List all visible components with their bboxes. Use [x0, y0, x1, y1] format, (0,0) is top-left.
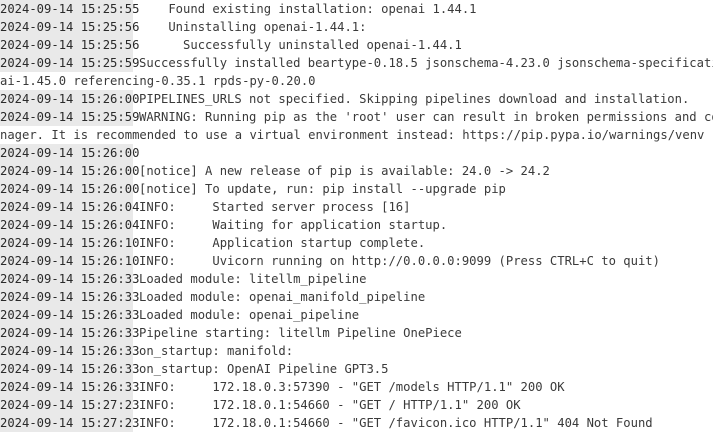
log-line: 2024-09-14 15:26:00 [notice] To update, r… [0, 180, 713, 198]
log-line: 2024-09-14 15:26:33 Loaded module: openai… [0, 306, 713, 324]
log-line: ai-1.45.0 referencing-0.35.1 rpds-py-0.2… [0, 72, 713, 90]
log-message: INFO: 172.18.0.1:54660 - "GET / HTTP/1.1… [139, 398, 521, 412]
log-timestamp: 2024-09-14 15:26:00 [0, 90, 140, 108]
log-line: 2024-09-14 15:26:04 INFO: Started server … [0, 198, 713, 216]
log-message: Loaded module: openai_manifold_pipeline [139, 290, 426, 304]
log-line: 2024-09-14 15:26:33 on_startup: manifold: [0, 342, 713, 360]
log-message: Loaded module: litellm_pipeline [139, 272, 367, 286]
log-timestamp: 2024-09-14 15:25:56 [0, 36, 140, 54]
log-line: 2024-09-14 15:26:10 INFO: Application sta… [0, 234, 713, 252]
log-timestamp: 2024-09-14 15:26:33 [0, 342, 140, 360]
log-timestamp: 2024-09-14 15:25:59 [0, 108, 140, 126]
log-line: 2024-09-14 15:26:10 INFO: Uvicorn running… [0, 252, 713, 270]
log-line: 2024-09-14 15:26:33 Loaded module: litell… [0, 270, 713, 288]
log-line: 2024-09-14 15:26:33 on_startup: OpenAI Pi… [0, 360, 713, 378]
log-line: 2024-09-14 15:26:04 INFO: Waiting for app… [0, 216, 713, 234]
log-message: ai-1.45.0 referencing-0.35.1 rpds-py-0.2… [0, 74, 316, 88]
log-timestamp: 2024-09-14 15:26:33 [0, 378, 140, 396]
log-line: nager. It is recommended to use a virtua… [0, 126, 713, 144]
log-timestamp: 2024-09-14 15:25:55 [0, 0, 140, 18]
log-message: WARNING: Running pip as the 'root' user … [139, 110, 713, 124]
log-message: Found existing installation: openai 1.44… [139, 2, 477, 16]
log-line: 2024-09-14 15:26:33 Pipeline starting: li… [0, 324, 713, 342]
log-line: 2024-09-14 15:25:56 Successfully uninsta… [0, 36, 713, 54]
log-message: Uninstalling openai-1.44.1: [139, 20, 367, 34]
log-line: 2024-09-14 15:25:59 Successfully installe… [0, 54, 713, 72]
log-line: 2024-09-14 15:25:56 Uninstalling openai-… [0, 18, 713, 36]
log-timestamp: 2024-09-14 15:27:23 [0, 396, 140, 414]
log-message: Successfully uninstalled openai-1.44.1 [139, 38, 462, 52]
log-timestamp: 2024-09-14 15:26:33 [0, 360, 140, 378]
log-message: [notice] To update, run: pip install --u… [139, 182, 506, 196]
log-timestamp: 2024-09-14 15:26:10 [0, 234, 140, 252]
log-message: PIPELINES_URLS not specified. Skipping p… [139, 92, 690, 106]
log-message: on_startup: manifold: [139, 344, 294, 358]
log-timestamp: 2024-09-14 15:26:33 [0, 324, 140, 342]
log-line: 2024-09-14 15:26:33 Loaded module: openai… [0, 288, 713, 306]
log-line: 2024-09-14 15:26:00 [notice] A new releas… [0, 162, 713, 180]
log-line: 2024-09-14 15:26:33 INFO: 172.18.0.3:5739… [0, 378, 713, 396]
log-message: INFO: Started server process [16] [139, 200, 411, 214]
log-message: on_startup: OpenAI Pipeline GPT3.5 [139, 362, 389, 376]
log-message: Loaded module: openai_pipeline [139, 308, 360, 322]
log-line: 2024-09-14 15:26:00 PIPELINES_URLS not sp… [0, 90, 713, 108]
log-timestamp: 2024-09-14 15:26:33 [0, 306, 140, 324]
log-timestamp: 2024-09-14 15:25:56 [0, 18, 140, 36]
log-line: 2024-09-14 15:25:55 Found existing insta… [0, 0, 713, 18]
log-message: INFO: Waiting for application startup. [139, 218, 448, 232]
log-output: 2024-09-14 15:25:55 Found existing insta… [0, 0, 713, 447]
log-message: INFO: Uvicorn running on http://0.0.0.0:… [139, 254, 660, 268]
log-line: 2024-09-14 15:27:23 INFO: 172.18.0.1:5466… [0, 396, 713, 414]
log-message [133, 144, 713, 162]
log-message: [notice] A new release of pip is availab… [139, 164, 550, 178]
log-message: INFO: 172.18.0.3:57390 - "GET /models HT… [139, 380, 565, 394]
log-timestamp: 2024-09-14 15:26:33 [0, 270, 140, 288]
log-message: INFO: Application startup complete. [139, 236, 426, 250]
log-line: 2024-09-14 15:27:23 INFO: 172.18.0.1:5466… [0, 414, 713, 432]
log-message: Pipeline starting: litellm Pipeline OneP… [139, 326, 462, 340]
log-message: nager. It is recommended to use a virtua… [0, 128, 705, 142]
log-timestamp: 2024-09-14 15:26:33 [0, 288, 140, 306]
log-message: INFO: 172.18.0.1:54660 - "GET /favicon.i… [139, 416, 653, 430]
log-timestamp: 2024-09-14 15:25:59 [0, 54, 140, 72]
log-message: Successfully installed beartype-0.18.5 j… [139, 56, 713, 70]
log-line: 2024-09-14 15:26:00 [0, 144, 713, 162]
log-timestamp: 2024-09-14 15:26:00 [0, 144, 140, 162]
log-timestamp: 2024-09-14 15:26:00 [0, 162, 140, 180]
log-timestamp: 2024-09-14 15:26:04 [0, 216, 140, 234]
log-timestamp: 2024-09-14 15:26:04 [0, 198, 140, 216]
log-timestamp: 2024-09-14 15:26:10 [0, 252, 140, 270]
log-timestamp: 2024-09-14 15:27:23 [0, 414, 140, 432]
log-line: 2024-09-14 15:25:59 WARNING: Running pip … [0, 108, 713, 126]
log-timestamp: 2024-09-14 15:26:00 [0, 180, 140, 198]
